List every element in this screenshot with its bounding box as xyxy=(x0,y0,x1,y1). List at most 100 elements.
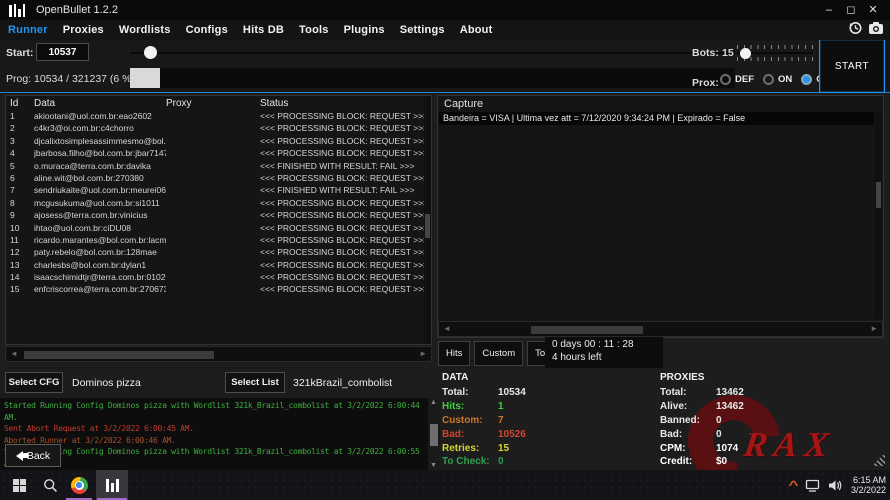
window-title: OpenBullet 1.2.2 xyxy=(36,4,118,16)
cell-id: 12 xyxy=(6,246,34,258)
cell-status: <<< PROCESSING BLOCK: REQUEST >>> xyxy=(260,209,431,221)
cell-proxy xyxy=(166,209,260,221)
table-row[interactable]: 2c4kr3@oi.com.br:c4chorro<<< PROCESSING … xyxy=(6,122,431,134)
menu-item-about[interactable]: About xyxy=(460,24,493,36)
stat-value: 10526 xyxy=(498,429,526,440)
table-row[interactable]: 4jbarbosa.filho@bol.com.br:jbar7147<<< P… xyxy=(6,147,431,159)
cell-data: ajosess@terra.com.br:vinicius xyxy=(34,209,166,221)
menu-item-proxies[interactable]: Proxies xyxy=(63,24,104,36)
camera-icon[interactable] xyxy=(868,21,884,35)
scroll-up-icon[interactable]: ▲ xyxy=(430,399,437,406)
menu-item-hits-db[interactable]: Hits DB xyxy=(243,24,284,36)
table-row[interactable]: 14isaacschimidtjr@terra.com.br:01020<<< … xyxy=(6,271,431,283)
table-row[interactable]: 5o.muraca@terra.com.br:davika<<< FINISHE… xyxy=(6,160,431,172)
cell-status: <<< PROCESSING BLOCK: REQUEST >>> xyxy=(260,259,431,271)
select-list-button[interactable]: Select List xyxy=(225,372,285,393)
slider-thumb[interactable] xyxy=(144,46,157,59)
stat-value: 0 xyxy=(716,429,722,440)
cell-proxy xyxy=(166,259,260,271)
tray-chevron-icon[interactable]: ^ xyxy=(788,478,799,492)
tray-clock[interactable]: 6:15 AM 3/2/2022 xyxy=(851,475,886,496)
capture-row[interactable]: Bandeira = VISA | Ultima vez att = 7/12/… xyxy=(439,112,874,125)
start-menu-button[interactable] xyxy=(4,470,34,500)
table-row[interactable]: 15enfcriscorrea@terra.com.br:270673<<< P… xyxy=(6,283,431,295)
chrome-taskbar-button[interactable] xyxy=(64,470,94,500)
scroll-left-icon[interactable]: ◄ xyxy=(443,324,451,333)
table-horizontal-scrollbar[interactable]: ◄ ► xyxy=(5,346,432,362)
menu-item-runner[interactable]: Runner xyxy=(8,24,48,36)
cell-proxy xyxy=(166,122,260,134)
capture-vertical-scrollbar[interactable] xyxy=(875,112,882,319)
scroll-left-icon[interactable]: ◄ xyxy=(10,349,18,358)
stat-value: 7 xyxy=(498,415,504,426)
bots-slider[interactable] xyxy=(737,45,813,61)
openbullet-taskbar-button[interactable] xyxy=(96,470,128,500)
speaker-icon[interactable] xyxy=(828,479,843,492)
cell-id: 7 xyxy=(6,184,34,196)
maximize-icon[interactable]: ◻ xyxy=(840,0,862,20)
prox-radio-on[interactable]: ON xyxy=(763,74,792,85)
scrollbar-thumb[interactable] xyxy=(531,326,643,334)
scrollbar-thumb[interactable] xyxy=(876,182,881,208)
quick-icons xyxy=(848,21,884,35)
tab-custom[interactable]: Custom xyxy=(474,341,523,366)
table-row[interactable]: 8mcgusukuma@uol.com.br:si1011<<< PROCESS… xyxy=(6,197,431,209)
table-row[interactable]: 11ricardo.marantes@bol.com.br:lacme<<< P… xyxy=(6,234,431,246)
column-data[interactable]: Data xyxy=(34,98,166,109)
menu-item-wordlists[interactable]: Wordlists xyxy=(119,24,171,36)
prox-radio-def[interactable]: DEF xyxy=(720,74,754,85)
back-button[interactable]: Back xyxy=(5,444,61,467)
stat-label: CPM: xyxy=(660,443,710,454)
chrome-icon xyxy=(71,477,88,494)
menu-item-configs[interactable]: Configs xyxy=(186,24,228,36)
cell-status: <<< PROCESSING BLOCK: REQUEST >>> xyxy=(260,197,431,209)
cell-proxy xyxy=(166,147,260,159)
table-row[interactable]: 10ihtao@uol.com.br:ciDU08<<< PROCESSING … xyxy=(6,222,431,234)
table-row[interactable]: 1akiootani@uol.com.br:eao2602<<< PROCESS… xyxy=(6,110,431,122)
stat-label: To Check: xyxy=(442,456,492,467)
selector-row: Select CFG Dominos pizza Select List 321… xyxy=(0,368,437,398)
scrollbar-thumb[interactable] xyxy=(430,424,438,446)
minimize-icon[interactable]: – xyxy=(818,0,840,20)
close-icon[interactable]: ✕ xyxy=(862,0,884,20)
table-row[interactable]: 13charlesbs@bol.com.br:dylan1<<< PROCESS… xyxy=(6,259,431,271)
cell-id: 14 xyxy=(6,271,34,283)
taskbar-search-button[interactable] xyxy=(36,470,64,500)
time-left: 4 hours left xyxy=(552,352,663,363)
stat-value: 10534 xyxy=(498,387,526,398)
start-button[interactable]: START xyxy=(819,39,885,93)
scrollbar-thumb[interactable] xyxy=(24,351,214,359)
column-proxy[interactable]: Proxy xyxy=(166,98,260,109)
tray-time: 6:15 AM xyxy=(851,475,886,486)
stat-row: Retries:15 xyxy=(442,441,657,455)
capture-horizontal-scrollbar[interactable]: ◄ ► xyxy=(438,321,883,337)
scrollbar-thumb[interactable] xyxy=(425,214,430,238)
scroll-right-icon[interactable]: ► xyxy=(419,349,427,358)
start-position-slider[interactable] xyxy=(130,52,735,54)
log-line: Sent Abort Request at 3/2/2022 6:00:45 A… xyxy=(4,423,426,435)
cell-data: djcalixtosimplesassimmesmo@bol.c xyxy=(34,135,166,147)
scroll-right-icon[interactable]: ► xyxy=(870,324,878,333)
log-vertical-scrollbar[interactable]: ▲ ▼ xyxy=(428,398,440,470)
menu-item-tools[interactable]: Tools xyxy=(299,24,329,36)
table-row[interactable]: 6aline.wit@bol.com.br:270380<<< PROCESSI… xyxy=(6,172,431,184)
menu-item-plugins[interactable]: Plugins xyxy=(344,24,385,36)
menu-item-settings[interactable]: Settings xyxy=(400,24,445,36)
table-vertical-scrollbar[interactable] xyxy=(424,96,431,344)
table-row[interactable]: 12paty.rebelo@bol.com.br:128mae<<< PROCE… xyxy=(6,246,431,258)
stat-label: Retries: xyxy=(442,443,492,454)
table-row[interactable]: 9ajosess@terra.com.br:vinicius<<< PROCES… xyxy=(6,209,431,221)
select-config-button[interactable]: Select CFG xyxy=(5,372,63,393)
tab-hits[interactable]: Hits xyxy=(438,341,470,366)
table-row[interactable]: 3djcalixtosimplesassimmesmo@bol.c<<< PRO… xyxy=(6,135,431,147)
column-id[interactable]: Id xyxy=(6,98,34,109)
column-status[interactable]: Status xyxy=(260,98,431,109)
network-icon[interactable] xyxy=(805,479,820,492)
history-icon[interactable] xyxy=(848,21,863,35)
cell-data: enfcriscorrea@terra.com.br:270673 xyxy=(34,283,166,295)
bots-slider-thumb[interactable] xyxy=(740,48,751,59)
table-row[interactable]: 7sendriukaite@uol.com.br:meurei06<<< FIN… xyxy=(6,184,431,196)
windows-logo-icon xyxy=(13,479,26,492)
scroll-down-icon[interactable]: ▼ xyxy=(430,462,437,469)
start-input[interactable] xyxy=(36,43,89,61)
